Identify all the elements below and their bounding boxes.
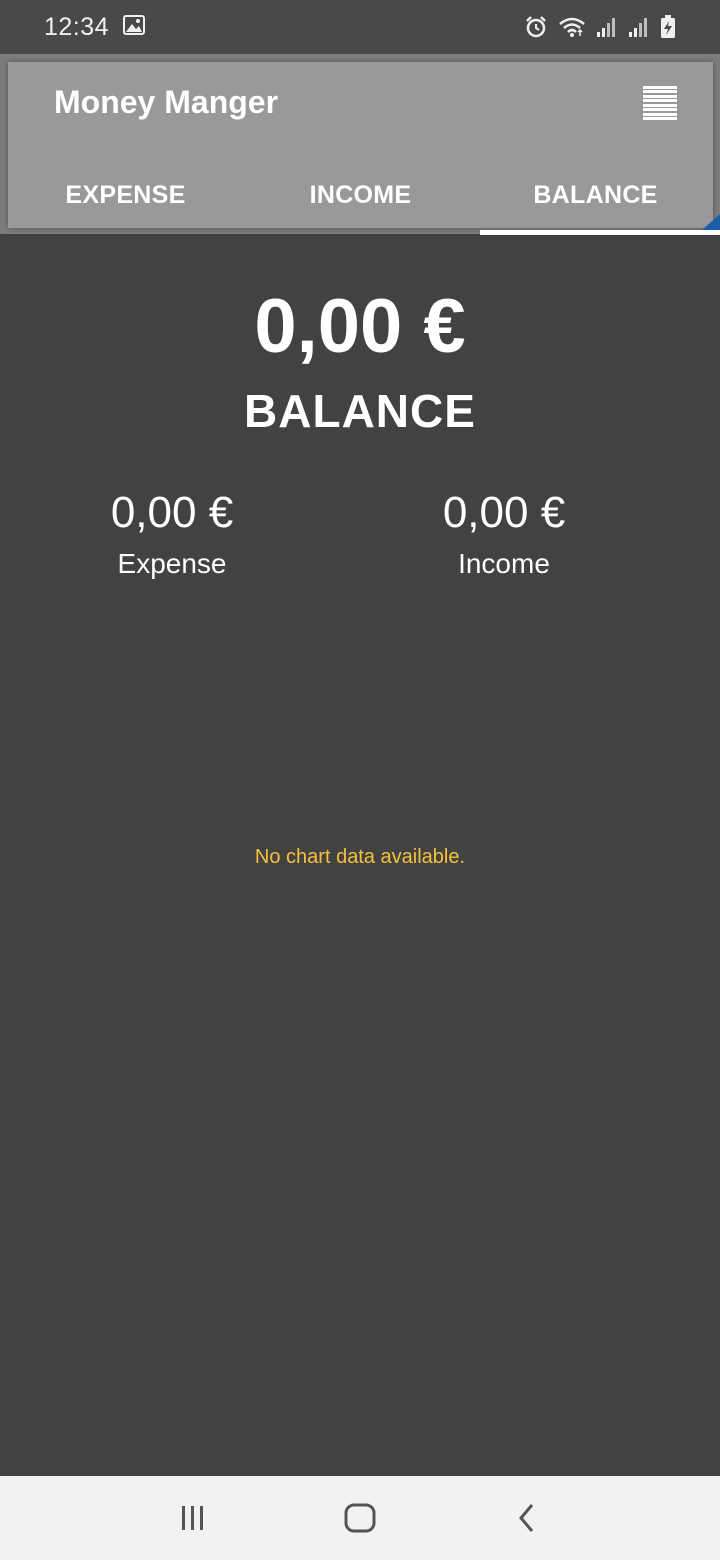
status-bar: 12:34 <box>0 0 720 54</box>
tab-expense[interactable]: EXPENSE <box>8 162 243 228</box>
expense-value: 0,00 € <box>110 488 234 537</box>
wifi-icon <box>558 16 586 38</box>
balance-label: BALANCE <box>244 385 476 437</box>
battery-charging-icon <box>660 15 676 39</box>
chart-area: No chart data available. <box>0 640 720 1080</box>
expense-label: Expense <box>117 548 227 579</box>
status-time: 12:34 <box>44 12 110 41</box>
app-title: Money Manger <box>54 84 279 120</box>
menu-icon[interactable] <box>643 86 677 120</box>
tab-selected-indicator <box>480 230 720 235</box>
chart-empty-message: No chart data available. <box>254 846 466 868</box>
signal-icon <box>596 16 618 38</box>
back-icon[interactable] <box>497 1488 557 1548</box>
signal-icon-2 <box>628 16 650 38</box>
income-label: Income <box>458 548 550 579</box>
corner-accent <box>702 214 720 230</box>
income-summary: 0,00 € Income <box>354 488 654 580</box>
expense-summary: 0,00 € Expense <box>22 488 322 580</box>
image-icon <box>123 14 146 40</box>
tab-bar: EXPENSE INCOME BALANCE <box>8 162 713 228</box>
home-icon[interactable] <box>330 1488 390 1548</box>
tab-balance[interactable]: BALANCE <box>478 162 713 228</box>
tab-income[interactable]: INCOME <box>243 162 478 228</box>
balance-amount: 0,00 € <box>254 284 466 369</box>
status-left: 12:34 <box>44 12 146 42</box>
status-right <box>524 15 676 39</box>
screen: 12:34 Money Manger EXPENSE INCOME BALANC… <box>0 0 720 1560</box>
app-bar: Money Manger EXPENSE INCOME BALANCE <box>8 62 713 228</box>
alarm-icon <box>524 15 548 39</box>
recent-apps-icon[interactable] <box>163 1488 223 1548</box>
income-value: 0,00 € <box>442 488 566 537</box>
navigation-bar <box>0 1476 720 1560</box>
